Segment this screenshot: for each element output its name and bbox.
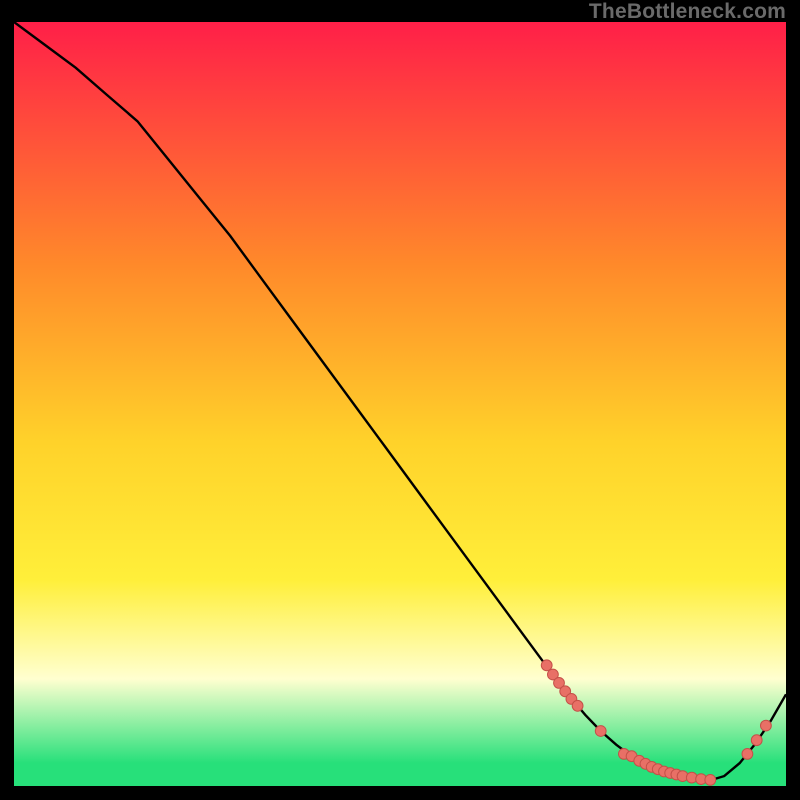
chart-stage: TheBottleneck.com [0, 0, 800, 800]
plot-panel [14, 22, 786, 786]
background-gradient [14, 22, 786, 786]
watermark-text: TheBottleneck.com [589, 0, 786, 24]
